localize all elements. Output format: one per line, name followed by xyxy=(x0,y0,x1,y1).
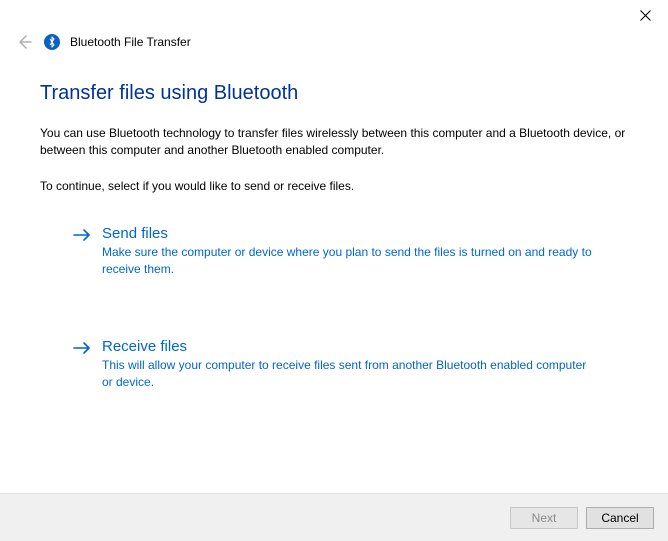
arrow-right-icon xyxy=(72,340,92,360)
option-receive-title: Receive files xyxy=(102,338,592,355)
back-button[interactable] xyxy=(14,32,34,52)
main-content: Transfer files using Bluetooth You can u… xyxy=(40,82,628,450)
arrow-right-icon xyxy=(72,227,92,247)
option-send-desc: Make sure the computer or device where y… xyxy=(102,244,592,278)
cancel-button[interactable]: Cancel xyxy=(586,507,654,529)
intro-text: You can use Bluetooth technology to tran… xyxy=(40,125,628,160)
next-button: Next xyxy=(510,507,578,529)
option-send-title: Send files xyxy=(102,225,592,242)
option-receive-files[interactable]: Receive files This will allow your compu… xyxy=(72,338,592,391)
page-heading: Transfer files using Bluetooth xyxy=(40,82,628,105)
bluetooth-icon xyxy=(44,34,60,50)
option-receive-text: Receive files This will allow your compu… xyxy=(102,338,592,391)
app-title: Bluetooth File Transfer xyxy=(70,35,191,49)
back-arrow-icon xyxy=(15,33,33,51)
options-list: Send files Make sure the computer or dev… xyxy=(72,225,592,390)
close-icon xyxy=(640,10,651,21)
option-send-files[interactable]: Send files Make sure the computer or dev… xyxy=(72,225,592,278)
instruction-text: To continue, select if you would like to… xyxy=(40,178,628,195)
option-receive-desc: This will allow your computer to receive… xyxy=(102,357,592,391)
header: Bluetooth File Transfer xyxy=(14,32,191,52)
footer: Next Cancel xyxy=(0,493,668,541)
close-button[interactable] xyxy=(623,0,668,30)
option-send-text: Send files Make sure the computer or dev… xyxy=(102,225,592,278)
